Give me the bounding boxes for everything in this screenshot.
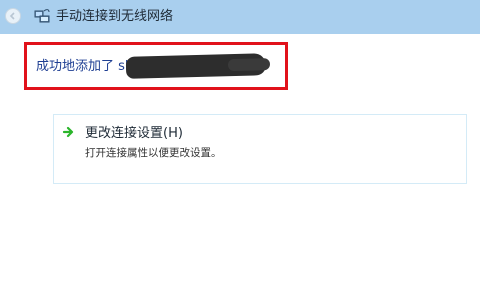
redaction-mark — [125, 53, 267, 79]
wizard-window: 手动连接到无线网络 成功地添加了 shuilianshuizhishu 更改连接… — [0, 0, 480, 300]
back-button[interactable] — [5, 8, 21, 24]
change-connection-settings-option[interactable]: 更改连接设置(H) 打开连接属性以便更改设置。 — [53, 114, 467, 184]
option-description: 打开连接属性以便更改设置。 — [85, 147, 222, 159]
option-title: 更改连接设置(H) — [85, 126, 183, 141]
network-icon — [34, 9, 50, 23]
title-bar: 手动连接到无线网络 — [0, 0, 480, 34]
window-title: 手动连接到无线网络 — [56, 9, 174, 24]
back-arrow-icon — [9, 12, 15, 20]
green-arrow-icon — [62, 126, 74, 138]
